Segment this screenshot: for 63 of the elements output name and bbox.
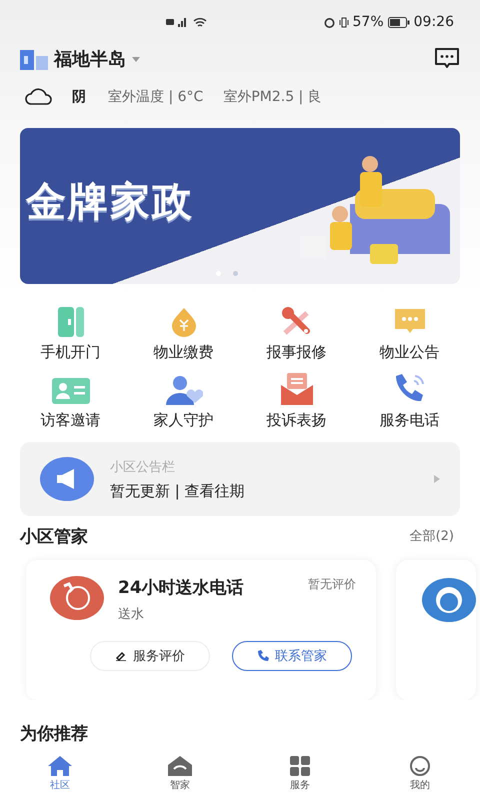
outdoor-pm25: 室外PM2.5 | 良: [223, 88, 322, 106]
pencil-icon: [115, 651, 127, 661]
megaphone-icon: [40, 457, 94, 501]
cloud-icon: [24, 88, 54, 106]
notice-board[interactable]: 小区公告栏 暂无更新 | 查看往期: [20, 442, 460, 516]
section-title: 小区管家: [20, 526, 88, 548]
id-card-icon: [50, 377, 90, 405]
wifi-icon: [193, 16, 207, 28]
battery-icon: [388, 16, 410, 28]
person-heart-icon: [164, 375, 202, 405]
service-label: 手机开门: [40, 343, 100, 362]
envelope-icon: [280, 373, 314, 405]
outdoor-temperature: 室外温度 | 6°C: [108, 88, 204, 106]
butler-name: 24小时送水电话: [118, 577, 245, 599]
service-item[interactable]: 家人守护: [127, 366, 240, 430]
notice-board-title: 小区公告栏: [110, 458, 176, 476]
rate-service-button[interactable]: 服务评价: [90, 641, 210, 671]
butler-category: 送水: [118, 606, 145, 623]
service-label: 投诉表扬: [266, 411, 326, 430]
grid-icon: [290, 756, 310, 776]
banner-title: 金牌家政: [26, 178, 194, 226]
section-title: 为你推荐: [19, 723, 89, 746]
butler-card[interactable]: [396, 560, 476, 700]
buildings-icon: [20, 48, 50, 70]
tab-bar-item[interactable]: 社区: [0, 756, 120, 800]
service-item[interactable]: 手机开门: [14, 298, 127, 362]
service-label: 物业缴费: [154, 343, 214, 362]
signal-icon: [166, 17, 188, 27]
message-icon[interactable]: [434, 47, 460, 71]
service-label: 报事报修: [266, 343, 326, 362]
notice-board-text: 暂无更新 | 查看往期: [110, 482, 246, 500]
tab-bar-item[interactable]: 我的: [360, 756, 480, 800]
butler-card[interactable]: 24小时送水电话 送水 暂无评价 服务评价 联系管家: [26, 560, 376, 700]
service-label: 物业公告: [380, 343, 440, 362]
play-arrow-icon: [434, 475, 440, 483]
wrench-icon: [280, 307, 312, 337]
service-label: 家人守护: [154, 411, 214, 430]
service-item[interactable]: 报事报修: [240, 298, 353, 362]
tab-bar-item[interactable]: 智家: [120, 756, 240, 800]
service-item[interactable]: 物业公告: [353, 298, 466, 362]
battery-percent: 57%: [352, 14, 384, 30]
rating-status: 暂无评价: [308, 576, 356, 593]
community-selector[interactable]: 福地半岛: [54, 47, 140, 71]
service-item[interactable]: 服务电话: [353, 366, 466, 430]
service-label: 服务电话: [380, 411, 440, 430]
view-all-link[interactable]: 全部(2): [410, 527, 454, 545]
user-icon: [410, 756, 430, 776]
vibrate-icon: [338, 16, 349, 28]
caret-icon: [132, 56, 140, 62]
service-label: 访客邀请: [40, 411, 100, 430]
clock: 09:26: [414, 14, 454, 30]
service-item[interactable]: 投诉表扬: [240, 366, 353, 430]
weather-condition: 阴: [72, 88, 86, 106]
door-icon: [56, 307, 86, 337]
service-item[interactable]: 物业缴费: [127, 298, 240, 362]
service-item[interactable]: 访客邀请: [14, 366, 127, 430]
wifi-house-icon: [168, 756, 192, 776]
carousel-dot[interactable]: [233, 271, 238, 276]
phone-icon: [257, 650, 269, 662]
home-icon: [48, 756, 72, 776]
contact-butler-button[interactable]: 联系管家: [232, 641, 352, 671]
tab-bar-item[interactable]: 服务: [240, 756, 360, 800]
banner[interactable]: 金牌家政: [20, 128, 460, 284]
